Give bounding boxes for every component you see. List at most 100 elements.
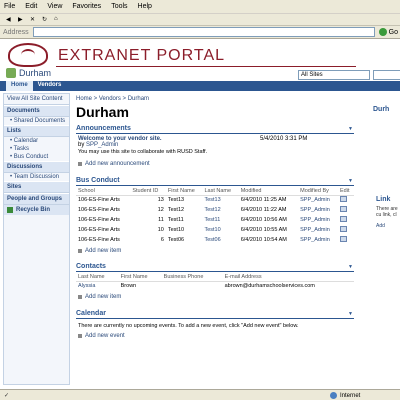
column-header[interactable]: Modified By (298, 187, 338, 196)
table-cell-link[interactable]: Test06 (202, 235, 238, 245)
edit-icon[interactable] (340, 206, 347, 212)
column-header[interactable]: Modified (238, 187, 299, 196)
column-header[interactable]: School (76, 187, 131, 196)
edit-icon[interactable] (340, 236, 347, 242)
cell-link[interactable]: SPP_Admin (300, 237, 330, 243)
announcements-title[interactable]: Announcements (76, 125, 131, 132)
add-event-link[interactable]: Add new event (78, 333, 125, 339)
cell-link[interactable]: SPP_Admin (300, 207, 330, 213)
nav-item-team-discussion[interactable]: • Team Discussion (4, 173, 69, 181)
nav-item-tasks[interactable]: • Tasks (4, 145, 69, 153)
column-header[interactable]: Edit (338, 187, 354, 196)
webpart-menu-icon[interactable]: ▼ (348, 178, 353, 184)
go-button[interactable]: Go (378, 28, 398, 36)
menu-file[interactable]: File (4, 3, 15, 10)
column-header[interactable]: Last Name (76, 273, 119, 282)
table-cell-link[interactable]: SPP_Admin (298, 235, 338, 245)
tab-home[interactable]: Home (6, 81, 33, 91)
nav-heading-discussions[interactable]: Discussions (4, 161, 69, 173)
column-header[interactable]: First Name (118, 273, 162, 282)
menu-tools[interactable]: Tools (111, 3, 127, 10)
stop-icon[interactable]: ✕ (30, 16, 35, 23)
column-header[interactable]: E-mail Address (222, 273, 354, 282)
add-icon (78, 249, 82, 253)
nav-heading-documents[interactable]: Documents (4, 105, 69, 117)
column-header[interactable]: Business Phone (161, 273, 223, 282)
back-icon[interactable]: ◀ (6, 16, 11, 23)
table-cell-link[interactable]: Test10 (202, 225, 238, 235)
table-row: Alyssia Brown abrown@durhamschoolservices.… (76, 281, 354, 291)
table-row: 106-ES-Fine Arts 11 Test11 Test11 6/4/2010 1… (76, 215, 354, 225)
edit-icon[interactable] (340, 226, 347, 232)
tab-vendors[interactable]: Vendors (33, 81, 67, 91)
bus-conduct-title[interactable]: Bus Conduct (76, 177, 120, 184)
add-bus-item-link[interactable]: Add new item (78, 248, 121, 254)
table-cell-link[interactable]: Alyssia (76, 281, 119, 291)
site-title[interactable]: Durham (6, 68, 51, 78)
edit-icon[interactable] (340, 196, 347, 203)
cell-link[interactable]: SPP_Admin (300, 227, 330, 233)
nav-item-label: Calendar (13, 138, 39, 144)
edit-cell[interactable] (338, 225, 354, 235)
edit-icon[interactable] (340, 216, 347, 222)
cell-link[interactable]: Test13 (204, 197, 220, 203)
cell-link[interactable]: Test06 (204, 237, 220, 243)
add-contact-link[interactable]: Add new item (78, 294, 121, 300)
table-cell-link[interactable]: SPP_Admin (298, 225, 338, 235)
nav-item-shared-documents[interactable]: • Shared Documents (4, 117, 69, 125)
table-cell-link[interactable]: Test12 (202, 205, 238, 215)
table-cell-link[interactable]: Test11 (202, 215, 238, 225)
column-header[interactable]: Student ID (130, 187, 166, 196)
nav-heading-sites[interactable]: Sites (4, 181, 69, 193)
menu-edit[interactable]: Edit (25, 3, 37, 10)
links-empty-text: There are cu link, cl (376, 206, 398, 218)
view-all-content-link[interactable]: View All Site Content (4, 94, 69, 105)
edit-cell[interactable] (338, 235, 354, 245)
edit-cell[interactable] (338, 195, 354, 205)
home-icon[interactable]: ⌂ (54, 16, 58, 22)
address-input[interactable] (32, 27, 375, 37)
column-header[interactable]: Last Name (202, 187, 239, 196)
table-cell-link[interactable]: SPP_Admin (298, 205, 338, 215)
forward-icon[interactable]: ▶ (18, 16, 23, 23)
column-header[interactable]: First Name (165, 187, 203, 196)
cell-link[interactable]: SPP_Admin (300, 217, 330, 223)
search-scope-select[interactable]: All Sites (298, 70, 370, 80)
contacts-title[interactable]: Contacts (76, 263, 106, 270)
links-title[interactable]: Link (376, 196, 390, 203)
recycle-bin-link[interactable]: Recycle Bin (4, 205, 69, 215)
table-header-row: Last Name First Name Business Phone E-mail … (76, 273, 354, 282)
calendar-title[interactable]: Calendar (76, 310, 106, 317)
menu-favorites[interactable]: Favorites (72, 3, 101, 10)
webpart-menu-icon[interactable]: ▼ (348, 264, 353, 270)
table-cell-link[interactable]: SPP_Admin (298, 215, 338, 225)
add-icon (78, 162, 82, 166)
nav-heading-people-and-groups[interactable]: People and Groups (4, 193, 69, 205)
cell-link[interactable]: Test11 (204, 217, 220, 223)
webpart-menu-icon[interactable]: ▼ (348, 311, 353, 317)
refresh-icon[interactable]: ↻ (42, 16, 47, 23)
edit-cell[interactable] (338, 205, 354, 215)
address-label: Address (3, 28, 29, 36)
author-link[interactable]: SPP_Admin (86, 142, 118, 148)
nav-heading-lists[interactable]: Lists (4, 125, 69, 137)
webpart-menu-icon[interactable]: ▼ (348, 126, 353, 132)
nav-item-calendar[interactable]: • Calendar (4, 137, 69, 145)
cell-link[interactable]: SPP_Admin (300, 197, 330, 203)
calendar-header: Calendar ▼ (76, 310, 354, 319)
table-cell-link[interactable]: SPP_Admin (298, 195, 338, 205)
cell-link[interactable]: Test10 (204, 227, 220, 233)
add-link-link[interactable]: Add (376, 223, 385, 229)
edit-cell[interactable] (338, 215, 354, 225)
site-name: Durham (19, 68, 52, 78)
cell-link[interactable]: Test12 (204, 207, 220, 213)
breadcrumb[interactable]: Home > Vendors > Durham (76, 96, 149, 102)
table-cell-link[interactable]: Test13 (202, 195, 238, 205)
menu-help[interactable]: Help (138, 3, 152, 10)
cell-link[interactable]: Alyssia (78, 283, 95, 289)
nav-item-bus-conduct[interactable]: • Bus Conduct (4, 153, 69, 161)
nav-item-label: Team Discussion (13, 174, 60, 180)
add-announcement-link[interactable]: Add new announcement (78, 161, 150, 167)
search-input[interactable] (373, 70, 400, 80)
menu-view[interactable]: View (47, 3, 62, 10)
